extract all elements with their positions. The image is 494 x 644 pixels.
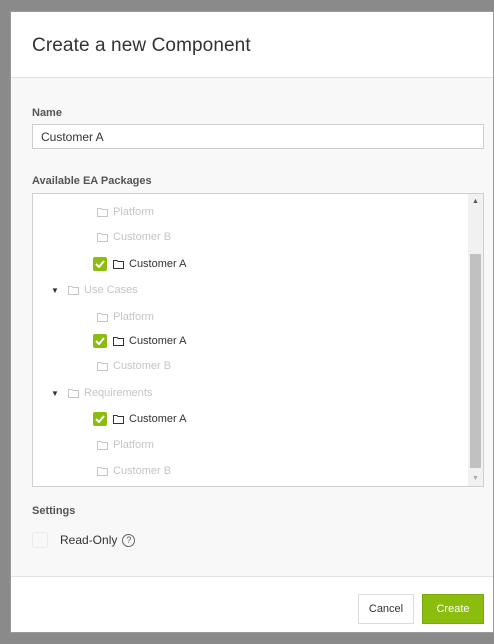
tree-item-label: Customer A — [129, 413, 187, 425]
tree-item-label: Platform — [113, 206, 154, 218]
name-input[interactable] — [32, 124, 484, 149]
folder-icon — [97, 440, 108, 450]
folder-icon — [97, 312, 108, 322]
scroll-thumb[interactable] — [470, 254, 481, 468]
folder-icon — [97, 207, 108, 217]
scroll-down-arrow-icon[interactable]: ▼ — [468, 471, 483, 486]
create-component-dialog: Create a new Component Name Available EA… — [10, 11, 494, 633]
caret-down-icon[interactable]: ▼ — [50, 389, 60, 398]
check-icon[interactable] — [93, 257, 107, 271]
scroll-up-arrow-icon[interactable]: ▲ — [468, 194, 483, 209]
tree-item[interactable]: Platform — [97, 435, 154, 455]
folder-icon — [68, 285, 79, 295]
tree-item-label: Customer B — [113, 360, 172, 372]
tree-item[interactable]: Customer B — [97, 356, 171, 376]
dialog-header: Create a new Component — [11, 12, 493, 78]
folder-icon — [97, 361, 108, 371]
folder-icon — [113, 259, 124, 269]
settings-label: Settings — [32, 505, 76, 517]
dialog-footer: Cancel Create — [11, 576, 493, 632]
tree-item[interactable]: Platform — [97, 307, 154, 327]
caret-down-icon[interactable]: ▼ — [50, 286, 60, 295]
name-label: Name — [32, 107, 62, 119]
create-button[interactable]: Create — [422, 594, 484, 624]
check-icon[interactable] — [93, 412, 107, 426]
tree-scrollbar[interactable]: ▲ ▼ — [468, 194, 483, 486]
tree-item-label: Platform — [113, 439, 154, 451]
tree-item-label: Customer A — [129, 335, 187, 347]
folder-icon — [97, 466, 108, 476]
folder-icon — [113, 414, 124, 424]
check-icon[interactable] — [93, 334, 107, 348]
folder-icon — [68, 388, 79, 398]
tree-item[interactable]: Customer A — [93, 409, 186, 429]
package-tree[interactable]: Platform Customer B Customer A ▼ Use Cases Pl… — [32, 193, 484, 487]
tree-item-label: Platform — [113, 311, 154, 323]
packages-label: Available EA Packages — [32, 175, 152, 187]
tree-item-label: Use Cases — [84, 284, 138, 296]
tree-item[interactable]: Customer A — [93, 254, 186, 274]
readonly-label: Read-Only — [60, 533, 118, 547]
readonly-checkbox[interactable] — [32, 532, 48, 548]
tree-item-label: Customer A — [129, 258, 187, 270]
tree-item[interactable]: Customer B — [97, 461, 171, 481]
tree-item[interactable]: ▼ Use Cases — [50, 280, 138, 300]
tree-item-label: Customer B — [113, 465, 172, 477]
tree-item[interactable]: Customer B — [97, 227, 171, 247]
readonly-setting: Read-Only ? — [32, 532, 136, 548]
cancel-button[interactable]: Cancel — [358, 594, 414, 624]
dialog-title: Create a new Component — [32, 35, 251, 56]
tree-item-label: Customer B — [113, 231, 172, 243]
tree-item[interactable]: Platform — [97, 202, 154, 222]
tree-item-label: Requirements — [84, 387, 153, 399]
tree-item[interactable]: Customer A — [93, 331, 186, 351]
folder-icon — [97, 232, 108, 242]
help-icon[interactable]: ? — [122, 533, 136, 547]
tree-item[interactable]: ▼ Requirements — [50, 383, 152, 403]
folder-icon — [113, 336, 124, 346]
